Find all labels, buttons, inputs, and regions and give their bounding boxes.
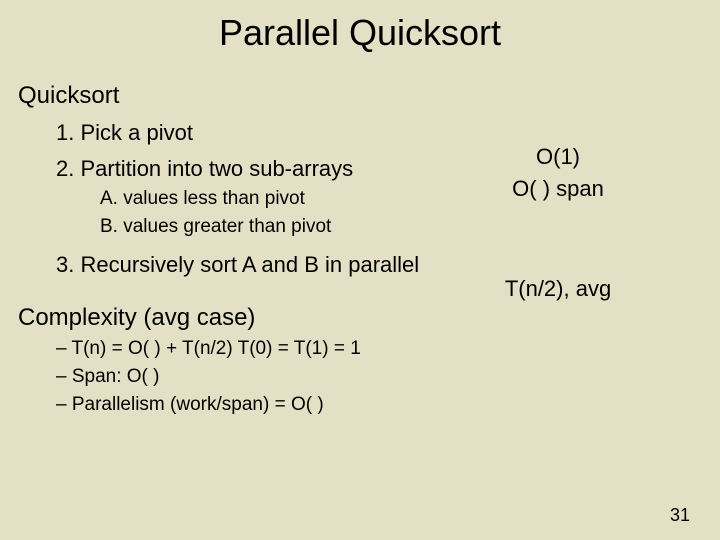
step-3: 3. Recursively sort A and B in parallel	[56, 252, 720, 278]
section-quicksort: Quicksort	[18, 82, 720, 110]
slide-title: Parallel Quicksort	[0, 0, 720, 54]
step-2b: B. values greater than pivot	[100, 216, 720, 238]
step-1: 1. Pick a pivot	[56, 120, 720, 146]
complexity-line-1: – T(n) = O( ) + T(n/2) T(0) = T(1) = 1	[56, 338, 720, 360]
complexity-line-2: – Span: O( )	[56, 366, 720, 388]
note-ospan: O( ) span	[468, 176, 648, 202]
section-complexity: Complexity (avg case)	[18, 304, 720, 332]
slide: Parallel Quicksort Quicksort 1. Pick a p…	[0, 0, 720, 540]
note-o1: O(1)	[468, 144, 648, 170]
complexity-line-3: – Parallelism (work/span) = O( )	[56, 394, 720, 416]
note-tn2: T(n/2), avg	[468, 276, 648, 302]
page-number: 31	[670, 505, 690, 526]
